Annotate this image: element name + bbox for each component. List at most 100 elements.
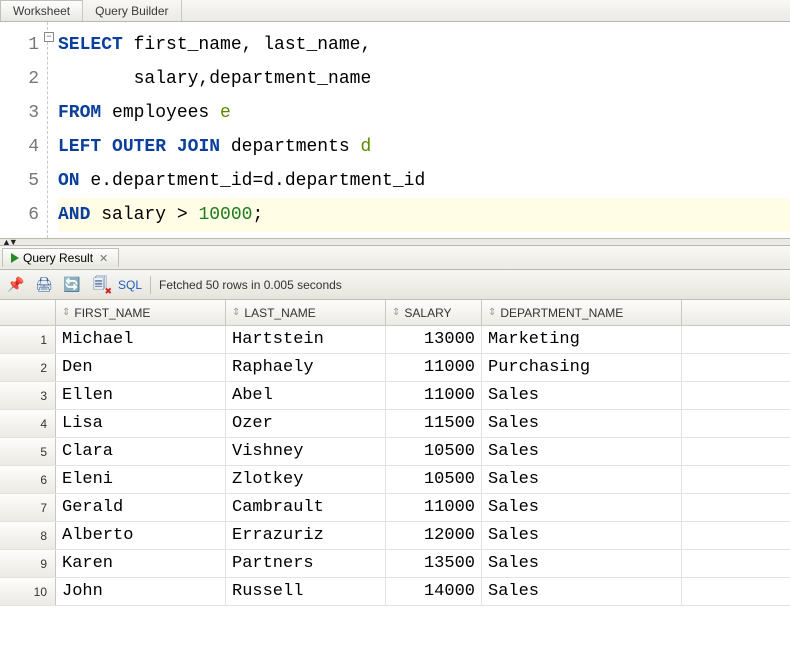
close-icon[interactable]: ✕ [97, 252, 110, 265]
cell-department-name[interactable]: Sales [482, 550, 682, 577]
cell-first-name[interactable]: Eleni [56, 466, 226, 493]
cell-salary[interactable]: 13500 [386, 550, 482, 577]
table-row[interactable]: 2DenRaphaely11000Purchasing [0, 354, 790, 382]
table-row[interactable]: 9KarenPartners13500Sales [0, 550, 790, 578]
cell-department-name[interactable]: Sales [482, 438, 682, 465]
cell-salary[interactable]: 12000 [386, 522, 482, 549]
cell-last-name[interactable]: Vishney [226, 438, 386, 465]
column-header-last-name[interactable]: ⇕ LAST_NAME [226, 300, 386, 325]
sort-icon[interactable]: ⇕ [232, 308, 240, 318]
code-line[interactable]: ON e.department_id=d.department_id [58, 164, 790, 198]
sql-link[interactable]: SQL [118, 278, 142, 292]
sql-editor[interactable]: 1 2 3 4 5 6 − SELECT first_name, last_na… [0, 22, 790, 238]
editor-tabs: Worksheet Query Builder [0, 0, 790, 22]
code-line[interactable]: AND salary > 10000; [58, 198, 790, 232]
cell-department-name[interactable]: Sales [482, 522, 682, 549]
table-row[interactable]: 3EllenAbel11000Sales [0, 382, 790, 410]
row-number: 7 [0, 494, 56, 521]
cell-last-name[interactable]: Raphaely [226, 354, 386, 381]
code-area[interactable]: − SELECT first_name, last_name, salary,d… [48, 22, 790, 238]
cell-salary[interactable]: 10500 [386, 466, 482, 493]
column-header-department-name[interactable]: ⇕ DEPARTMENT_NAME [482, 300, 682, 325]
row-number: 5 [0, 438, 56, 465]
cell-first-name[interactable]: Lisa [56, 410, 226, 437]
cell-first-name[interactable]: Karen [56, 550, 226, 577]
grid-body: 1MichaelHartstein13000Marketing2DenRapha… [0, 326, 790, 606]
cell-department-name[interactable]: Marketing [482, 326, 682, 353]
line-number: 2 [0, 62, 39, 96]
divider [150, 276, 151, 294]
fold-toggle-icon[interactable]: − [44, 32, 54, 42]
cell-first-name[interactable]: Michael [56, 326, 226, 353]
row-number: 10 [0, 578, 56, 605]
sort-icon[interactable]: ⇕ [488, 308, 496, 318]
status-text: Fetched 50 rows in 0.005 seconds [159, 278, 342, 292]
tab-query-builder[interactable]: Query Builder [83, 0, 181, 21]
line-number: 6 [0, 198, 39, 232]
cell-salary[interactable]: 14000 [386, 578, 482, 605]
cell-first-name[interactable]: Ellen [56, 382, 226, 409]
tab-query-result[interactable]: Query Result ✕ [2, 248, 119, 267]
cell-last-name[interactable]: Cambrault [226, 494, 386, 521]
table-row[interactable]: 5ClaraVishney10500Sales [0, 438, 790, 466]
table-row[interactable]: 8AlbertoErrazuriz12000Sales [0, 522, 790, 550]
cell-last-name[interactable]: Ozer [226, 410, 386, 437]
line-number: 3 [0, 96, 39, 130]
cell-department-name[interactable]: Sales [482, 410, 682, 437]
table-row[interactable]: 1MichaelHartstein13000Marketing [0, 326, 790, 354]
sort-icon[interactable]: ⇕ [62, 308, 70, 318]
column-label: FIRST_NAME [74, 306, 150, 320]
cell-last-name[interactable]: Russell [226, 578, 386, 605]
code-line[interactable]: LEFT OUTER JOIN departments d [58, 130, 790, 164]
cell-salary[interactable]: 11000 [386, 494, 482, 521]
cell-first-name[interactable]: Den [56, 354, 226, 381]
line-number: 1 [0, 28, 39, 62]
tab-worksheet[interactable]: Worksheet [0, 0, 83, 21]
cell-last-name[interactable]: Abel [226, 382, 386, 409]
table-row[interactable]: 4LisaOzer11500Sales [0, 410, 790, 438]
cell-department-name[interactable]: Sales [482, 466, 682, 493]
cell-salary[interactable]: 13000 [386, 326, 482, 353]
cell-salary[interactable]: 11000 [386, 354, 482, 381]
cell-last-name[interactable]: Errazuriz [226, 522, 386, 549]
cell-department-name[interactable]: Sales [482, 578, 682, 605]
run-icon [11, 253, 19, 263]
cell-last-name[interactable]: Partners [226, 550, 386, 577]
cell-department-name[interactable]: Sales [482, 494, 682, 521]
refresh-button[interactable]: 🔄 [62, 275, 82, 295]
code-line[interactable]: salary,department_name [58, 62, 790, 96]
row-number: 4 [0, 410, 56, 437]
cell-salary[interactable]: 10500 [386, 438, 482, 465]
row-number-header [0, 300, 56, 325]
pane-splitter[interactable]: ▲▼ [0, 238, 790, 246]
cell-first-name[interactable]: Clara [56, 438, 226, 465]
result-toolbar: 📌 🖨 🔄 🗐 SQL Fetched 50 rows in 0.005 sec… [0, 270, 790, 300]
cell-first-name[interactable]: Alberto [56, 522, 226, 549]
sort-icon[interactable]: ⇕ [392, 308, 400, 318]
clear-button[interactable]: 🗐 [90, 275, 110, 295]
print-button[interactable]: 🖨 [34, 275, 54, 295]
code-line[interactable]: FROM employees e [58, 96, 790, 130]
code-line[interactable]: SELECT first_name, last_name, [58, 28, 790, 62]
cell-department-name[interactable]: Sales [482, 382, 682, 409]
result-tabs: Query Result ✕ [0, 246, 790, 270]
cell-salary[interactable]: 11500 [386, 410, 482, 437]
cell-department-name[interactable]: Purchasing [482, 354, 682, 381]
row-number: 9 [0, 550, 56, 577]
cell-last-name[interactable]: Hartstein [226, 326, 386, 353]
pin-button[interactable]: 📌 [6, 275, 26, 295]
table-row[interactable]: 7GeraldCambrault11000Sales [0, 494, 790, 522]
table-row[interactable]: 6EleniZlotkey10500Sales [0, 466, 790, 494]
table-row[interactable]: 10JohnRussell14000Sales [0, 578, 790, 606]
tab-label: Query Result [23, 251, 93, 265]
cell-first-name[interactable]: Gerald [56, 494, 226, 521]
column-header-first-name[interactable]: ⇕ FIRST_NAME [56, 300, 226, 325]
grid-header: ⇕ FIRST_NAME ⇕ LAST_NAME ⇕ SALARY ⇕ DEPA… [0, 300, 790, 326]
cell-first-name[interactable]: John [56, 578, 226, 605]
cell-last-name[interactable]: Zlotkey [226, 466, 386, 493]
cell-salary[interactable]: 11000 [386, 382, 482, 409]
row-number: 3 [0, 382, 56, 409]
row-number: 2 [0, 354, 56, 381]
column-header-salary[interactable]: ⇕ SALARY [386, 300, 482, 325]
column-label: DEPARTMENT_NAME [500, 306, 623, 320]
